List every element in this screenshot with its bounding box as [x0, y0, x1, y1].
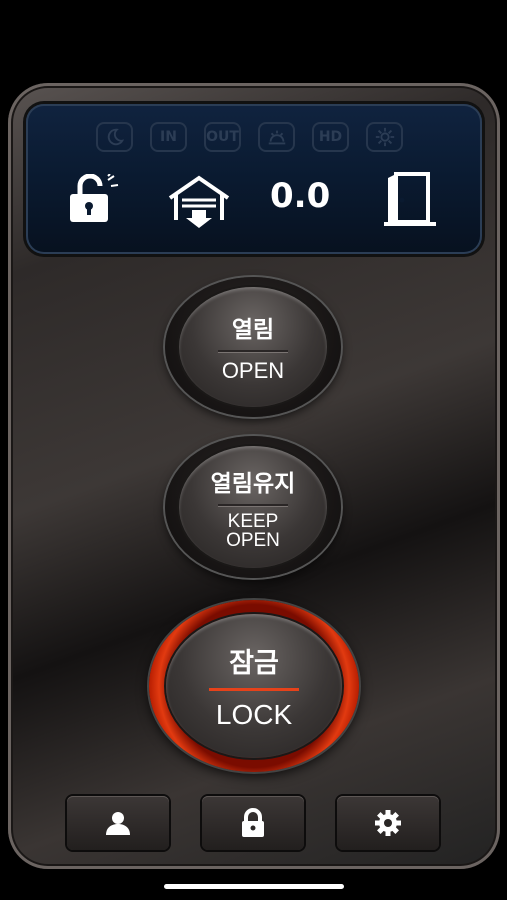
divider [218, 350, 288, 352]
remote-body: IN OUT HD 0.0 열림 OPEN 열림유지 KEEP OPEN 잠금 … [8, 83, 500, 869]
settings-icon [375, 810, 401, 836]
in-indicator: IN [150, 122, 187, 152]
unlocked-padlock-icon [70, 174, 119, 222]
gear-icon [366, 122, 403, 152]
indicator-row: IN OUT HD [96, 122, 403, 152]
keep-open-label-korean: 열림유지 [210, 471, 296, 497]
status-display: IN OUT HD 0.0 [26, 104, 482, 254]
lock-divider [209, 688, 299, 691]
lock-label-korean: 잠금 [229, 648, 279, 679]
open-button[interactable]: 열림 OPEN [179, 287, 327, 407]
padlock-icon [242, 808, 264, 837]
status-row: 0.0 [26, 168, 482, 228]
divider [218, 504, 288, 506]
speed-readout: 0.0 [270, 176, 331, 216]
hd-indicator: HD [312, 122, 349, 152]
lock-button[interactable]: 잠금 LOCK [166, 614, 342, 758]
open-label: OPEN [221, 358, 285, 383]
home-indicator[interactable] [164, 884, 344, 889]
user-icon [106, 812, 130, 835]
open-label-korean: 열림 [231, 317, 275, 343]
sunrise-icon [258, 122, 295, 152]
keep-label: KEEP [227, 511, 279, 532]
garage-icon [168, 175, 230, 228]
settings-button[interactable] [337, 796, 439, 850]
out-indicator: OUT [204, 122, 241, 152]
lock-label: LOCK [215, 699, 293, 730]
door-open-icon [384, 172, 436, 226]
keep-open-button[interactable]: 열림유지 KEEP OPEN [179, 446, 327, 568]
night-icon [96, 122, 133, 152]
lock-menu-button[interactable] [202, 796, 304, 850]
user-button[interactable] [67, 796, 169, 850]
open-label-2: OPEN [226, 530, 280, 551]
